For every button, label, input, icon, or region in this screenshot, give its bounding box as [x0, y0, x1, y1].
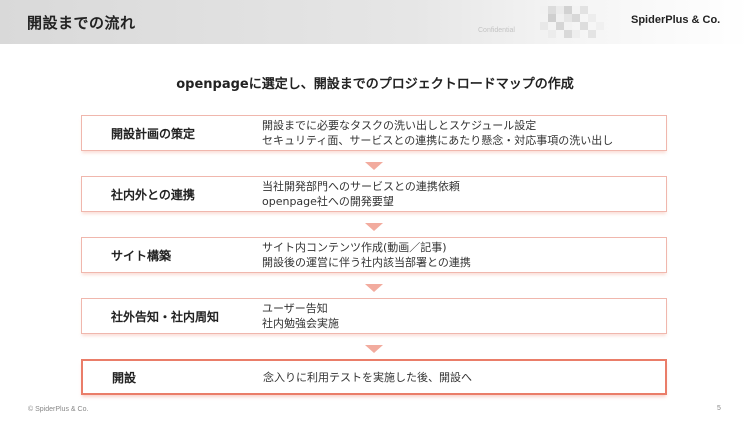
step-planning: 開設計画の策定 開設までに必要なタスクの洗い出しとスケジュール設定 セキュリティ… — [81, 115, 667, 151]
step-description: 当社開発部門へのサービスとの連携依頼 openpage社への開発要望 — [262, 177, 460, 211]
step-description: サイト内コンテンツ作成(動画／記事) 開設後の運営に伴う社内該当部署との連携 — [262, 238, 471, 272]
header-bar: 開設までの流れ Confidential SpiderPlus & Co. — [0, 0, 750, 44]
step-description: 念入りに利用テストを実施した後、開設へ — [263, 361, 472, 393]
step-title: サイト構築 — [111, 248, 172, 263]
step-description-line: ユーザー告知 — [262, 302, 328, 315]
roadmap-heading: openpageに選定し、開設までのプロジェクトロードマップの作成 — [176, 77, 574, 92]
step-description-line: openpage社への開発要望 — [262, 195, 394, 208]
step-description: 開設までに必要なタスクの洗い出しとスケジュール設定 セキュリティ面、サービスとの… — [262, 116, 613, 150]
down-arrow-icon — [365, 162, 383, 170]
step-description-line: セキュリティ面、サービスとの連携にあたり懸念・対応事項の洗い出し — [262, 134, 614, 147]
step-site-build: サイト構築 サイト内コンテンツ作成(動画／記事) 開設後の運営に伴う社内該当部署… — [81, 237, 667, 273]
step-description-line: 念入りに利用テストを実施した後、開設へ — [263, 370, 472, 384]
page-title: 開設までの流れ — [27, 14, 136, 32]
step-title: 社外告知・社内周知 — [111, 309, 220, 324]
step-description: ユーザー告知 社内勉強会実施 — [262, 299, 339, 333]
footer-copyright: © SpiderPlus & Co. — [28, 406, 89, 413]
step-description-line: 社内勉強会実施 — [262, 317, 339, 330]
page-number: 5 — [717, 405, 721, 412]
step-description-line: 当社開発部門へのサービスとの連携依頼 — [262, 180, 460, 193]
mosaic-decoration — [540, 6, 606, 42]
down-arrow-icon — [365, 284, 383, 292]
step-description-line: 開設までに必要なタスクの洗い出しとスケジュール設定 — [262, 119, 537, 132]
down-arrow-icon — [365, 345, 383, 353]
step-title: 開設計画の策定 — [111, 126, 196, 141]
step-coordination: 社内外との連携 当社開発部門へのサービスとの連携依頼 openpage社への開発… — [81, 176, 667, 212]
step-launch: 開設 念入りに利用テストを実施した後、開設へ — [81, 359, 667, 395]
step-description-line: サイト内コンテンツ作成(動画／記事) — [262, 241, 447, 254]
step-description-line: 開設後の運営に伴う社内該当部署との連携 — [262, 256, 471, 269]
step-title: 開設 — [112, 370, 137, 385]
step-announcement: 社外告知・社内周知 ユーザー告知 社内勉強会実施 — [81, 298, 667, 334]
down-arrow-icon — [365, 223, 383, 231]
brand-logo-text: SpiderPlus & Co. — [631, 14, 721, 26]
step-title: 社内外との連携 — [111, 187, 195, 202]
confidential-label: Confidential — [478, 27, 515, 34]
